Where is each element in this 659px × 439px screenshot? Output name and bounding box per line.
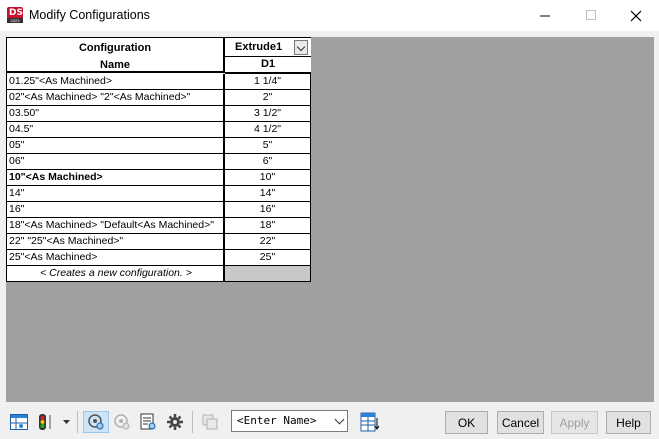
dimension-value-cell[interactable]: 1 1/4"	[225, 74, 311, 89]
cancel-button[interactable]: Cancel	[497, 411, 544, 434]
new-configuration-row[interactable]: < Creates a new configuration. >	[7, 266, 311, 282]
configuration-table: Configuration Name Extrude1 D1 01.25"<As…	[6, 37, 311, 282]
table-row[interactable]: 14" 14"	[7, 186, 311, 202]
dimension-value-cell[interactable]: 25"	[225, 250, 311, 265]
table-row[interactable]: 05" 5"	[7, 138, 311, 154]
feature-dropdown-button[interactable]	[294, 40, 308, 55]
close-icon	[630, 10, 642, 21]
ok-button[interactable]: OK	[445, 411, 488, 434]
new-configuration-cell[interactable]: < Creates a new configuration. >	[7, 266, 225, 281]
table-row[interactable]: 02"<As Machined> "2"<As Machined>" 2"	[7, 90, 311, 106]
table-row[interactable]: 04.5" 4 1/2"	[7, 122, 311, 138]
dimension-value-cell[interactable]: 6"	[225, 154, 311, 169]
solidworks-icon: DS 2023	[7, 7, 23, 23]
configuration-name-cell[interactable]: 18"<As Machined> "Default<As Machined>"	[7, 218, 225, 233]
chevron-down-icon[interactable]	[60, 411, 72, 433]
suppress-icon[interactable]	[36, 411, 58, 433]
chevron-down-icon	[334, 414, 345, 425]
configuration-name-cell[interactable]: 03.50"	[7, 106, 225, 121]
configuration-name-cell[interactable]: 25"<As Machined>	[7, 250, 225, 265]
dimension-header: D1	[225, 57, 311, 74]
minimize-icon	[539, 15, 550, 17]
toolbar-separator	[77, 411, 78, 433]
show-table-icon[interactable]	[8, 411, 30, 433]
maximize-icon	[585, 10, 596, 20]
table-row[interactable]: 18"<As Machined> "Default<As Machined>" 1…	[7, 218, 311, 234]
configuration-name-cell[interactable]: 04.5"	[7, 122, 225, 137]
table-area: Configuration Name Extrude1 D1 01.25"<As…	[6, 37, 654, 402]
table-row[interactable]: 16" 16"	[7, 202, 311, 218]
dimension-value-cell[interactable]: 4 1/2"	[225, 122, 311, 137]
close-button[interactable]	[613, 0, 659, 31]
show-parameters-icon[interactable]	[83, 411, 109, 433]
configuration-name-cell[interactable]: 14"	[7, 186, 225, 201]
table-row[interactable]: 22" "25"<As Machined>" 22"	[7, 234, 311, 250]
dimension-value-cell[interactable]: 18"	[225, 218, 311, 233]
configuration-name-cell[interactable]: 10"<As Machined>	[7, 170, 225, 185]
dimension-value-cell[interactable]: 10"	[225, 170, 311, 185]
minimize-button[interactable]	[522, 0, 568, 31]
configuration-name-cell[interactable]: 16"	[7, 202, 225, 217]
configuration-name-cell[interactable]: 22" "25"<As Machined>"	[7, 234, 225, 249]
configuration-name-cell[interactable]: 01.25"<As Machined>	[7, 74, 225, 89]
maximize-button[interactable]	[568, 0, 614, 31]
title-bar: DS 2023 Modify Configurations	[0, 0, 659, 31]
dimension-value-cell[interactable]: 5"	[225, 138, 311, 153]
modify-configurations-dialog: DS 2023 Modify Configurations Configurati…	[0, 0, 659, 439]
save-view-icon	[199, 411, 221, 433]
feature-header-label: Extrude1	[235, 41, 283, 53]
table-row[interactable]: 03.50" 3 1/2"	[7, 106, 311, 122]
window-title: Modify Configurations	[29, 8, 150, 22]
configuration-rows: 01.25"<As Machined> 1 1/4" 02"<As Machined…	[7, 74, 311, 282]
configuration-name-cell[interactable]: 06"	[7, 154, 225, 169]
configuration-name-cell[interactable]: 02"<As Machined> "2"<As Machined>"	[7, 90, 225, 105]
dimension-value-cell[interactable]: 14"	[225, 186, 311, 201]
new-configuration-value-cell	[225, 266, 311, 281]
configuration-name-header: Configuration Name	[7, 38, 225, 73]
table-row[interactable]: 06" 6"	[7, 154, 311, 170]
feature-header: Extrude1	[225, 38, 311, 57]
view-name-combo[interactable]: <Enter Name>	[231, 410, 348, 432]
sort-table-icon[interactable]	[358, 411, 382, 433]
table-row[interactable]: 01.25"<As Machined> 1 1/4"	[7, 74, 311, 90]
dimension-value-cell[interactable]: 22"	[225, 234, 311, 249]
properties-icon[interactable]	[137, 411, 159, 433]
dimension-value-cell[interactable]: 3 1/2"	[225, 106, 311, 121]
table-row[interactable]: 10"<As Machined> 10"	[7, 170, 311, 186]
table-row[interactable]: 25"<As Machined> 25"	[7, 250, 311, 266]
configuration-name-cell[interactable]: 05"	[7, 138, 225, 153]
gear-icon[interactable]	[164, 411, 186, 433]
apply-button[interactable]: Apply	[551, 411, 598, 434]
dimension-value-cell[interactable]: 16"	[225, 202, 311, 217]
help-button[interactable]: Help	[606, 411, 651, 434]
toolbar-separator	[192, 411, 193, 433]
hide-parameters-icon	[111, 411, 133, 433]
dimension-value-cell[interactable]: 2"	[225, 90, 311, 105]
